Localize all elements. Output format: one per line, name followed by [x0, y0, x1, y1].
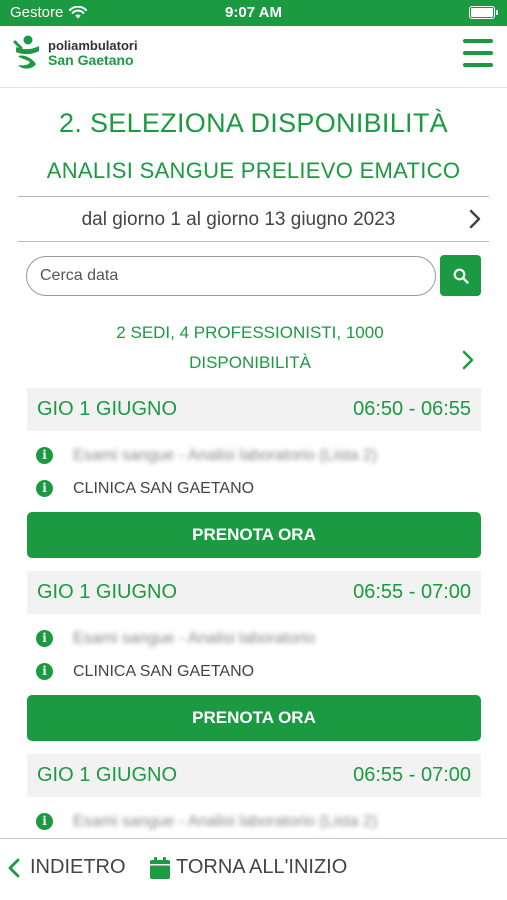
- chevron-right-icon: [469, 209, 481, 229]
- back-label: INDIETRO: [30, 856, 126, 878]
- battery-icon: [469, 6, 498, 19]
- logo-line1: poliambulatori: [48, 38, 138, 53]
- summary-line1: 2 SEDI, 4 PROFESSIONISTI, 1000: [116, 323, 384, 342]
- slot-service-row: i Esami sangue - Analisi laboratorio (Li…: [27, 438, 481, 471]
- info-icon[interactable]: i: [36, 813, 53, 830]
- bottom-nav-bar: INDIETRO TORNA ALL'INIZIO: [0, 838, 507, 900]
- logo[interactable]: poliambulatori San Gaetano: [12, 34, 138, 72]
- calendar-icon: [150, 856, 170, 879]
- search-input[interactable]: [26, 256, 436, 296]
- slot-header: GIO 1 GIUGNO 06:50 - 06:55: [27, 388, 481, 431]
- slot-card: GIO 1 GIUGNO 06:55 - 07:00 i Esami sangu…: [27, 754, 481, 837]
- slot-hours: 06:50 - 06:55: [353, 398, 471, 420]
- search-button[interactable]: [440, 255, 481, 296]
- slot-location-row: i CLINICA SAN GAETANO: [27, 471, 481, 504]
- back-to-start-button[interactable]: TORNA ALL'INIZIO: [150, 856, 347, 879]
- info-icon[interactable]: i: [36, 480, 53, 497]
- search-icon: [453, 268, 469, 284]
- info-icon[interactable]: i: [36, 630, 53, 647]
- service-title: ANALISI SANGUE PRELIEVO EMATICO: [46, 158, 461, 183]
- back-button[interactable]: INDIETRO: [8, 856, 126, 879]
- slot-day: GIO 1 GIUGNO: [37, 764, 178, 786]
- summary-line2: DISPONIBILITÀ: [189, 353, 311, 372]
- logo-mark-icon: [13, 35, 39, 69]
- logo-line2: San Gaetano: [48, 52, 134, 68]
- availability-summary[interactable]: 2 SEDI, 4 PROFESSIONISTI, 1000 DISPONIBI…: [60, 318, 440, 378]
- page-title: 2. SELEZIONA DISPONIBILITÀ: [59, 108, 448, 138]
- slot-service: Esami sangue - Analisi laboratorio (List…: [73, 813, 378, 830]
- info-icon[interactable]: i: [36, 663, 53, 680]
- slot-header: GIO 1 GIUGNO 06:55 - 07:00: [27, 754, 481, 797]
- chevron-left-icon: [8, 858, 20, 877]
- chevron-right-icon[interactable]: [462, 350, 474, 370]
- slot-card: GIO 1 GIUGNO 06:50 - 06:55 i Esami sangu…: [27, 388, 481, 558]
- slot-service-row: i Esami sangue - Analisi laboratorio (Li…: [27, 804, 481, 837]
- logo-text: poliambulatori San Gaetano: [48, 38, 138, 68]
- slot-service: Esami sangue - Analisi laboratorio: [73, 630, 315, 647]
- date-range-selector[interactable]: dal giorno 1 al giorno 13 giugno 2023: [18, 196, 489, 242]
- status-bar: Gestore 9:07 AM: [0, 0, 507, 26]
- book-now-button[interactable]: PRENOTA ORA: [27, 695, 481, 741]
- date-range-label: dal giorno 1 al giorno 13 giugno 2023: [81, 209, 396, 230]
- slot-location: CLINICA SAN GAETANO: [73, 480, 255, 497]
- slot-hours: 06:55 - 07:00: [353, 581, 471, 603]
- slot-day: GIO 1 GIUGNO: [37, 581, 178, 603]
- app-header: poliambulatori San Gaetano: [0, 26, 507, 88]
- back-to-start-label: TORNA ALL'INIZIO: [176, 856, 348, 878]
- hamburger-menu-icon[interactable]: [463, 39, 493, 67]
- slot-header: GIO 1 GIUGNO 06:55 - 07:00: [27, 571, 481, 614]
- slot-location: CLINICA SAN GAETANO: [73, 663, 255, 680]
- slot-card: GIO 1 GIUGNO 06:55 - 07:00 i Esami sangu…: [27, 571, 481, 741]
- slot-service: Esami sangue - Analisi laboratorio (List…: [73, 447, 378, 464]
- book-now-button[interactable]: PRENOTA ORA: [27, 512, 481, 558]
- slot-service-row: i Esami sangue - Analisi laboratorio: [27, 621, 481, 654]
- clock: 9:07 AM: [225, 4, 282, 21]
- slot-day: GIO 1 GIUGNO: [37, 398, 178, 420]
- slot-location-row: i CLINICA SAN GAETANO: [27, 654, 481, 687]
- slot-hours: 06:55 - 07:00: [353, 764, 471, 786]
- info-icon[interactable]: i: [36, 447, 53, 464]
